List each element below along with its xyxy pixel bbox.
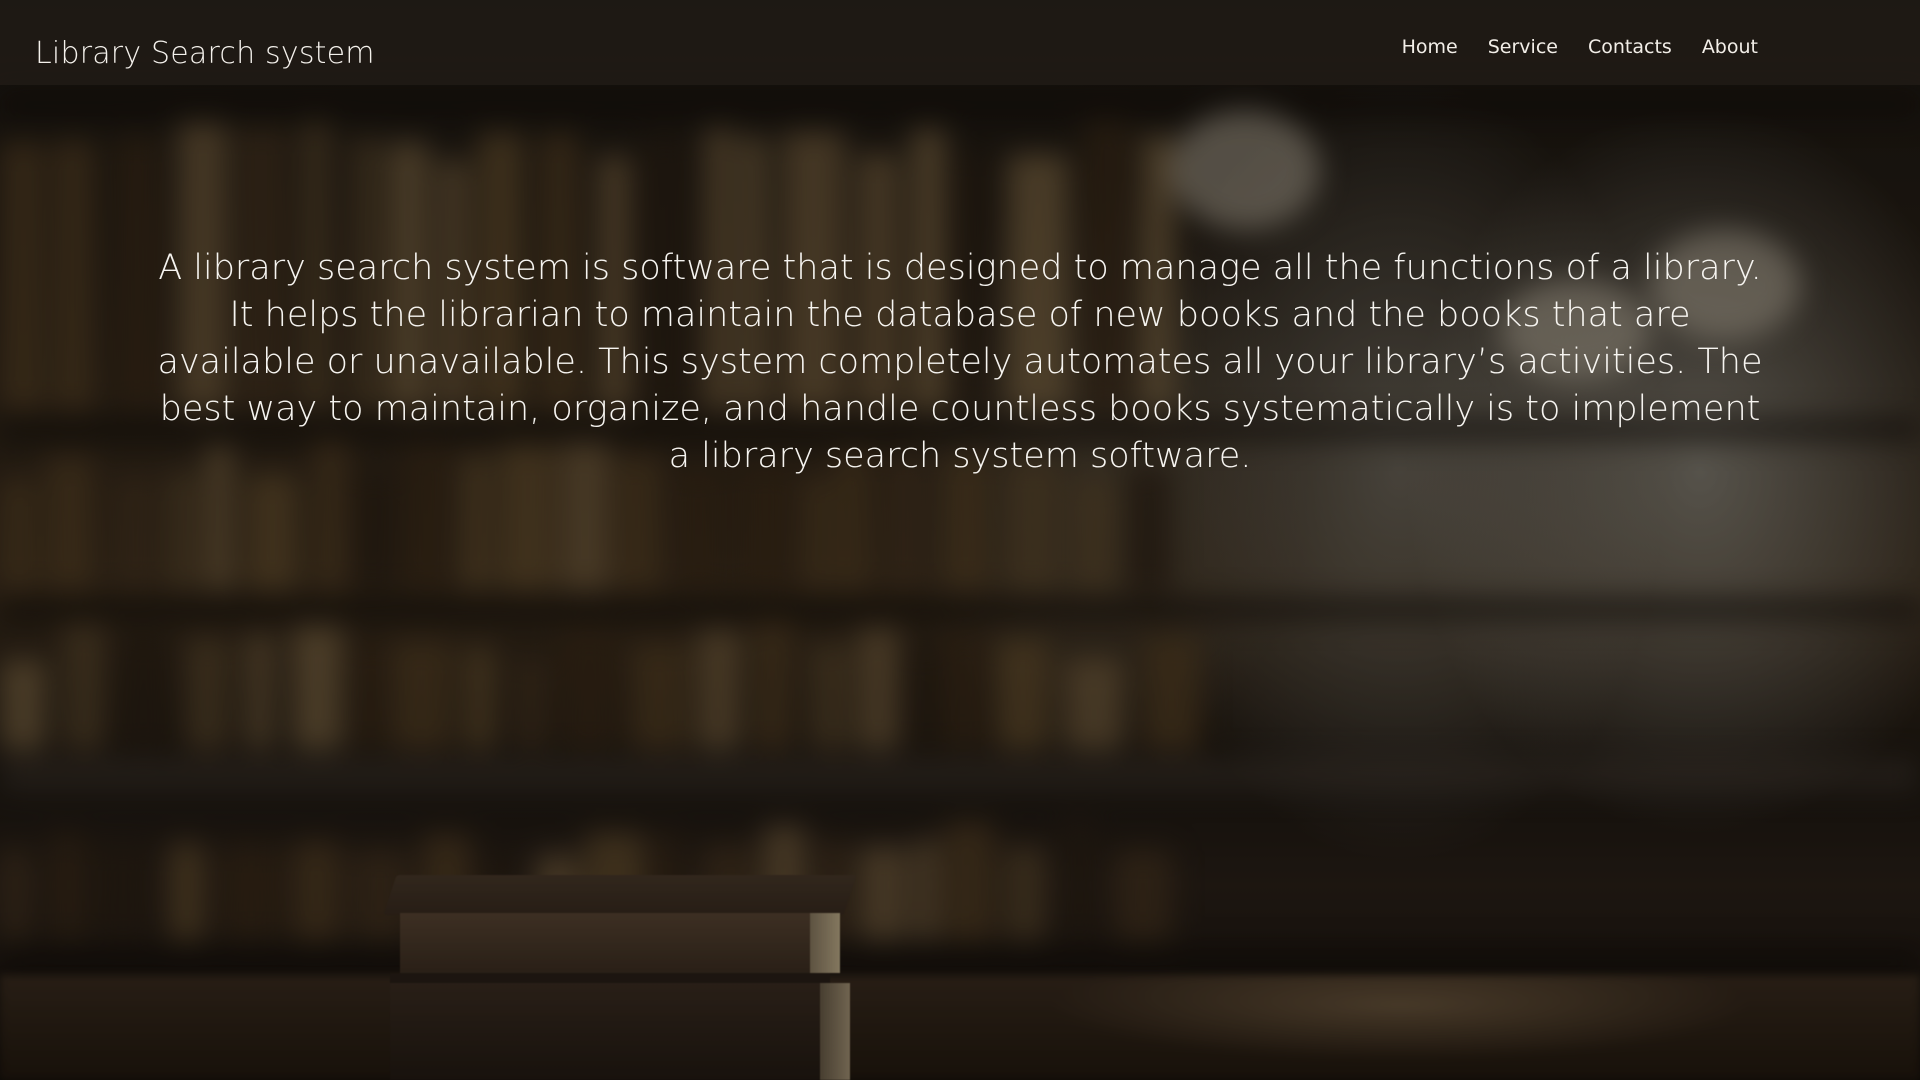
brand-title[interactable]: Library Search system <box>35 36 375 71</box>
nav-link-contacts[interactable]: Contacts <box>1588 36 1672 58</box>
nav-menu: Home Service Contacts About <box>1402 36 1758 58</box>
nav-link-about[interactable]: About <box>1702 36 1758 58</box>
hero-description: A library search system is software that… <box>157 248 1763 476</box>
page: Library Search system Home Service Conta… <box>0 0 1920 1080</box>
navbar: Library Search system Home Service Conta… <box>0 0 1920 85</box>
nav-link-service[interactable]: Service <box>1488 36 1558 58</box>
nav-link-home[interactable]: Home <box>1402 36 1458 58</box>
background-image <box>0 0 1920 1080</box>
